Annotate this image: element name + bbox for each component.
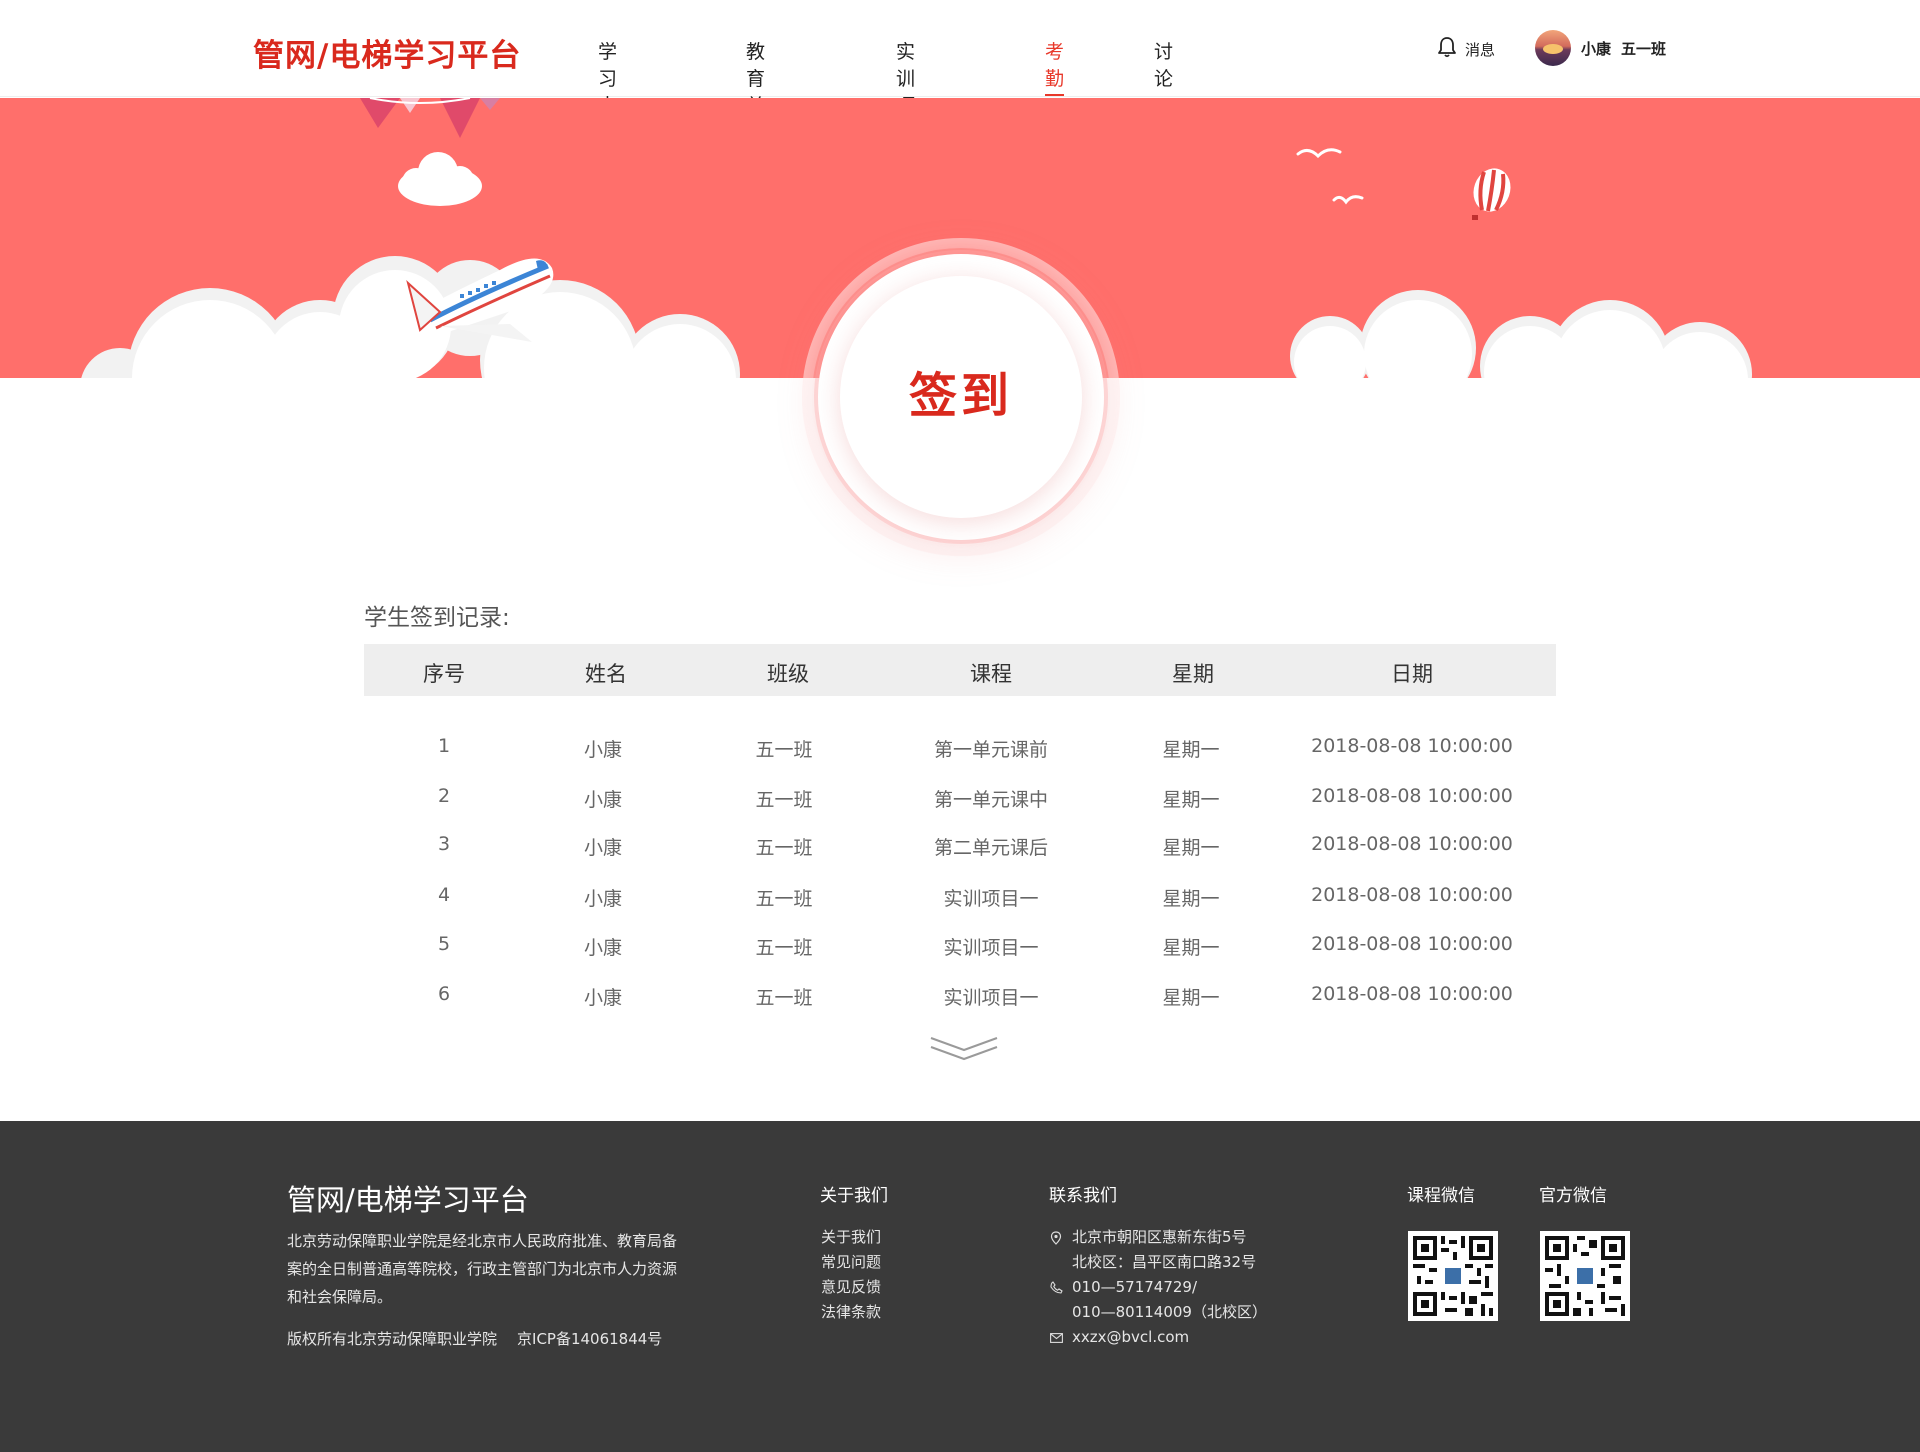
cell-class: 五一班 <box>755 937 813 959</box>
course-wechat-title: 课程微信 <box>1407 1186 1475 1206</box>
mail-icon <box>1049 1325 1063 1350</box>
phone-line-2: 010—80114009（北校区） <box>1072 1303 1267 1321</box>
about-title: 关于我们 <box>820 1186 888 1206</box>
table-row: 5 小康 五一班 实训项目一 星期一 2018-08-08 10:00:00 <box>364 933 1556 983</box>
nav-education-unit[interactable]: 教育单元 <box>746 37 765 144</box>
cell-course: 第二单元课后 <box>933 837 1049 859</box>
avatar <box>1535 30 1571 66</box>
col-weekday: 星期 <box>1172 662 1214 686</box>
cell-name: 小康 <box>583 937 623 959</box>
nav-learning-center[interactable]: 学习中心 <box>598 37 617 144</box>
address-line-2: 北校区：昌平区南口路32号 <box>1072 1253 1257 1271</box>
cell-name: 小康 <box>583 987 623 1009</box>
table-header: 序号 姓名 班级 课程 星期 日期 <box>364 644 1556 696</box>
table-row: 2 小康 五一班 第一单元课中 星期一 2018-08-08 10:00:00 <box>364 785 1556 835</box>
link-about-us[interactable]: 关于我们 <box>821 1225 881 1250</box>
cell-index: 1 <box>437 735 451 757</box>
footer-copyright: 版权所有北京劳动保障职业学院 京ICP备14061844号 <box>287 1328 662 1349</box>
col-class: 班级 <box>767 662 809 686</box>
bunting-flags-icon <box>360 98 500 138</box>
table-row: 6 小康 五一班 实训项目一 星期一 2018-08-08 10:00:00 <box>364 983 1556 1033</box>
cell-course: 实训项目一 <box>943 987 1039 1009</box>
col-date: 日期 <box>1391 662 1433 686</box>
link-faq[interactable]: 常见问题 <box>821 1250 881 1275</box>
col-name: 姓名 <box>585 662 627 686</box>
cell-index: 2 <box>437 785 451 807</box>
hot-air-balloon-icon <box>1472 168 1511 220</box>
cell-class: 五一班 <box>755 888 813 910</box>
cell-date: 2018-08-08 10:00:00 <box>1311 884 1513 906</box>
phone-icon <box>1049 1275 1063 1300</box>
cell-class: 五一班 <box>755 739 813 761</box>
contact-email: xxzx@bvcl.com <box>1049 1325 1267 1350</box>
cell-name: 小康 <box>583 739 623 761</box>
qr-code-course-icon <box>1408 1231 1498 1321</box>
cell-course: 实训项目一 <box>943 888 1039 910</box>
cell-class: 五一班 <box>755 789 813 811</box>
cell-name: 小康 <box>583 888 623 910</box>
checkin-title: 签到 <box>908 368 1013 424</box>
qr-code-official-icon <box>1540 1231 1630 1321</box>
messages-button[interactable]: 消息 <box>1437 36 1495 62</box>
cell-course: 第一单元课前 <box>933 739 1049 761</box>
link-legal[interactable]: 法律条款 <box>821 1300 881 1325</box>
user-name: 小康 <box>1581 39 1612 58</box>
footer-description: 北京劳动保障职业学院是经北京市人民政府批准、教育局备案的全日制普通高等院校，行政… <box>287 1232 678 1306</box>
location-pin-icon <box>1049 1225 1063 1250</box>
cell-date: 2018-08-08 10:00:00 <box>1311 933 1513 955</box>
link-feedback[interactable]: 意见反馈 <box>821 1275 881 1300</box>
cell-index: 3 <box>437 833 451 855</box>
footer-logo: 管网/电梯学习平台 <box>287 1183 529 1217</box>
double-chevron-down-icon[interactable] <box>929 1034 999 1064</box>
site-footer: 管网/电梯学习平台 北京劳动保障职业学院是经北京市人民政府批准、教育局备案的全日… <box>0 1121 1920 1452</box>
cell-index: 5 <box>437 933 451 955</box>
address-line-1: 北京市朝阳区惠新东街5号 <box>1072 1228 1247 1246</box>
icp-number: 京ICP备14061844号 <box>517 1330 663 1348</box>
bell-icon <box>1437 36 1457 62</box>
small-cloud-icon <box>398 152 482 206</box>
phone-line-1: 010—57174729/ <box>1072 1278 1198 1296</box>
cell-index: 6 <box>437 983 451 1005</box>
contact-phone: 010—57174729/ 010—80114009（北校区） <box>1049 1275 1267 1325</box>
top-header: 管网/电梯学习平台 学习中心 教育单元 实训项目 考勤 讨论 消息 小康 五一班 <box>0 0 1920 144</box>
col-index: 序号 <box>423 662 465 686</box>
cell-date: 2018-08-08 10:00:00 <box>1311 983 1513 1005</box>
cell-class: 五一班 <box>755 987 813 1009</box>
table-row: 4 小康 五一班 实训项目一 星期一 2018-08-08 10:00:00 <box>364 884 1556 934</box>
cell-weekday: 星期一 <box>1162 888 1220 910</box>
cell-name: 小康 <box>583 837 623 859</box>
table-row: 3 小康 五一班 第二单元课后 星期一 2018-08-08 10:00:00 <box>364 833 1556 883</box>
cell-date: 2018-08-08 10:00:00 <box>1311 785 1513 807</box>
about-links: 关于我们 常见问题 意见反馈 法律条款 <box>821 1225 881 1325</box>
official-wechat-title: 官方微信 <box>1539 1186 1607 1206</box>
cell-weekday: 星期一 <box>1162 837 1220 859</box>
cell-date: 2018-08-08 10:00:00 <box>1311 833 1513 855</box>
user-menu[interactable]: 小康 五一班 <box>1535 30 1666 66</box>
cell-weekday: 星期一 <box>1162 739 1220 761</box>
cell-date: 2018-08-08 10:00:00 <box>1311 735 1513 757</box>
site-logo[interactable]: 管网/电梯学习平台 <box>253 30 521 75</box>
contact-title: 联系我们 <box>1049 1186 1117 1206</box>
nav-attendance[interactable]: 考勤 <box>1045 37 1065 97</box>
cell-index: 4 <box>437 884 451 906</box>
cell-class: 五一班 <box>755 837 813 859</box>
table-row: 1 小康 五一班 第一单元课前 星期一 2018-08-08 10:00:00 <box>364 735 1556 785</box>
messages-label: 消息 <box>1465 40 1496 59</box>
cell-weekday: 星期一 <box>1162 789 1220 811</box>
contact-info: 北京市朝阳区惠新东街5号 北校区：昌平区南口路32号 010—57174729/… <box>1049 1225 1267 1350</box>
cell-weekday: 星期一 <box>1162 937 1220 959</box>
contact-address: 北京市朝阳区惠新东街5号 北校区：昌平区南口路32号 <box>1049 1225 1267 1275</box>
col-course: 课程 <box>970 662 1012 686</box>
cell-course: 实训项目一 <box>943 937 1039 959</box>
user-class: 五一班 <box>1621 39 1667 58</box>
nav-training-project[interactable]: 实训项目 <box>896 37 915 144</box>
cell-name: 小康 <box>583 789 623 811</box>
copyright-text: 版权所有北京劳动保障职业学院 <box>287 1330 498 1348</box>
birds-icon <box>1296 148 1364 205</box>
cell-course: 第一单元课中 <box>933 789 1049 811</box>
cell-weekday: 星期一 <box>1162 987 1220 1009</box>
email-address[interactable]: xxzx@bvcl.com <box>1072 1325 1189 1350</box>
nav-discussion[interactable]: 讨论 <box>1154 37 1173 97</box>
records-title: 学生签到记录: <box>364 605 510 631</box>
